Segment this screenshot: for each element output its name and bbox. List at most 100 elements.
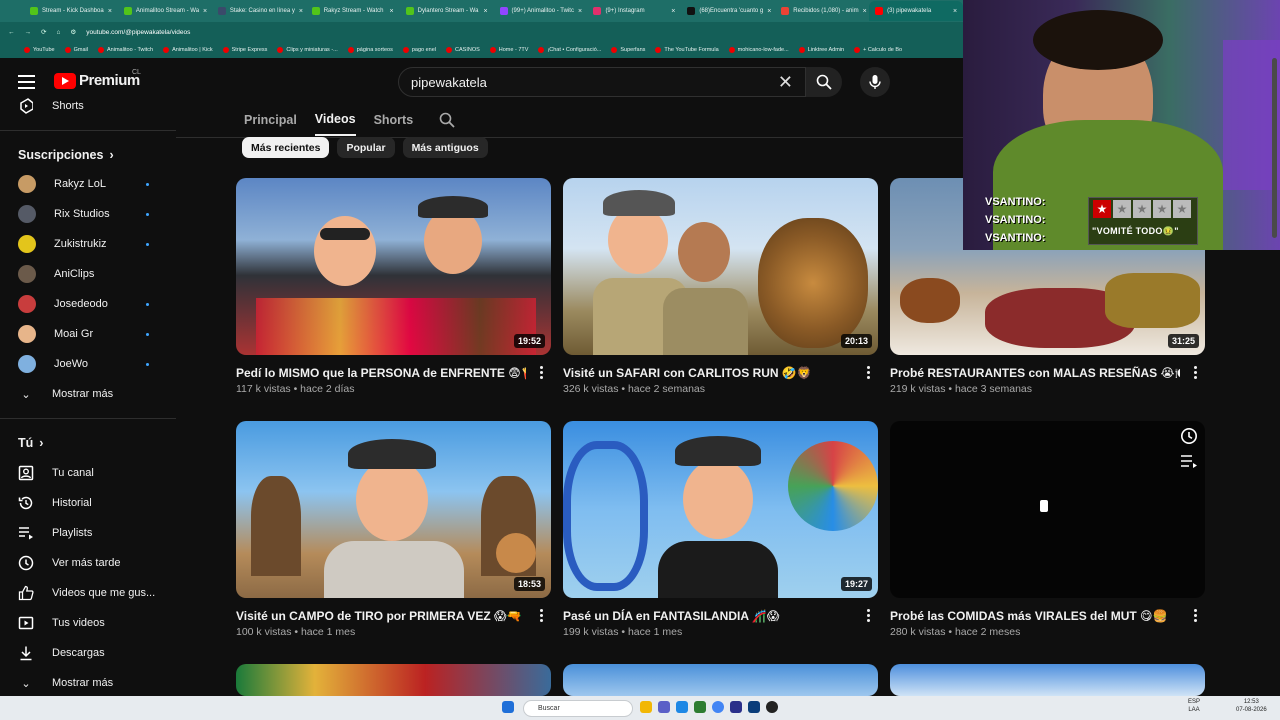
- video-title[interactable]: Probé RESTAURANTES con MALAS RESEÑAS 😭🍽️: [890, 365, 1180, 381]
- reload-icon[interactable]: ⟳: [41, 28, 46, 36]
- browser-tab[interactable]: Rakyz Stream - Watch ×: [306, 1, 400, 21]
- sidebar-item-account-box[interactable]: Tu canal: [18, 463, 94, 483]
- sidebar-item-download[interactable]: Descargas: [18, 643, 105, 663]
- more-options-icon[interactable]: [867, 609, 871, 624]
- store-icon[interactable]: [676, 701, 688, 713]
- video-thumbnail[interactable]: 18:53: [236, 421, 551, 598]
- forward-icon[interactable]: →: [25, 29, 32, 36]
- add-to-queue-icon[interactable]: [1180, 453, 1198, 469]
- photoshop-icon[interactable]: [748, 701, 760, 713]
- url-field[interactable]: youtube.com/@pipewakatela/videos: [86, 29, 190, 36]
- site-info-icon[interactable]: ⚙: [70, 28, 76, 36]
- subscription-item[interactable]: AniClips: [18, 264, 94, 284]
- close-tab-icon[interactable]: ×: [671, 8, 675, 15]
- browser-tab[interactable]: Dylantero Stream - Wa ×: [400, 1, 494, 21]
- more-options-icon[interactable]: [540, 609, 544, 624]
- obs-icon[interactable]: [766, 701, 778, 713]
- more-options-icon[interactable]: [867, 366, 871, 381]
- bookmark-item[interactable]: CASINOS: [446, 47, 480, 53]
- tab-principal[interactable]: Principal: [244, 113, 297, 135]
- more-options-icon[interactable]: [1194, 366, 1198, 381]
- language-indicator[interactable]: ESP LAA: [1188, 698, 1200, 714]
- app-icon[interactable]: [694, 701, 706, 713]
- bookmark-item[interactable]: Clips y miniaturas -...: [277, 47, 338, 53]
- teams-icon[interactable]: [658, 701, 670, 713]
- page-scrollbar[interactable]: [1272, 58, 1277, 238]
- video-thumbnail[interactable]: 19:27: [563, 421, 878, 598]
- bookmark-item[interactable]: + Calculo de Bo: [854, 47, 902, 53]
- close-tab-icon[interactable]: ×: [578, 8, 582, 15]
- subscription-item[interactable]: JoeWo: [18, 354, 88, 374]
- video-thumbnail[interactable]: [563, 664, 878, 696]
- subscriptions-heading[interactable]: Suscripciones ›: [18, 148, 114, 162]
- video-title[interactable]: Visité un SAFARI con CARLITOS RUN 🤣🦁: [563, 365, 853, 381]
- premiere-icon[interactable]: [730, 701, 742, 713]
- sidebar-item-like[interactable]: Videos que me gus...: [18, 583, 155, 603]
- search-box[interactable]: pipewakatela ✕: [398, 67, 806, 97]
- video-title[interactable]: Pedí lo MISMO que la PERSONA de ENFRENTE…: [236, 365, 526, 381]
- video-thumbnail[interactable]: [236, 664, 551, 696]
- subscription-item[interactable]: Rix Studios: [18, 204, 110, 224]
- chip-popular[interactable]: Popular: [337, 137, 395, 158]
- bookmark-item[interactable]: Animalitoo | Kick: [163, 47, 213, 53]
- chip-most-recent[interactable]: Más recientes: [242, 137, 330, 158]
- video-thumbnail[interactable]: 19:52: [236, 178, 551, 355]
- bookmark-item[interactable]: Stripe Express: [222, 47, 267, 53]
- video-thumbnail[interactable]: [890, 664, 1205, 696]
- close-tab-icon[interactable]: ×: [953, 8, 957, 15]
- channel-search-icon[interactable]: [439, 112, 455, 128]
- bookmark-item[interactable]: ¡Chat • Configuració...: [538, 47, 601, 53]
- sidebar-item-watch-later[interactable]: Ver más tarde: [18, 553, 120, 573]
- sidebar-item-your-videos[interactable]: Tus videos: [18, 613, 105, 633]
- more-options-icon[interactable]: [540, 366, 544, 381]
- bookmark-item[interactable]: Home - 7TV: [489, 47, 528, 53]
- menu-icon[interactable]: [18, 73, 35, 89]
- close-tab-icon[interactable]: ×: [767, 8, 771, 15]
- bookmark-item[interactable]: página sorteos: [347, 47, 393, 53]
- back-icon[interactable]: ←: [8, 29, 15, 36]
- tab-shorts[interactable]: Shorts: [374, 113, 414, 135]
- close-tab-icon[interactable]: ×: [299, 8, 303, 15]
- browser-tab[interactable]: (9+) Instagram ×: [587, 1, 681, 21]
- bookmark-item[interactable]: Gmail: [64, 47, 88, 53]
- bookmark-item[interactable]: Superfans: [611, 47, 645, 53]
- bookmark-item[interactable]: YouTube: [24, 47, 55, 53]
- subscription-item[interactable]: Zukistrukiz: [18, 234, 107, 254]
- clock[interactable]: 12:53 07-08-2026: [1236, 698, 1267, 714]
- voice-search-button[interactable]: [860, 67, 890, 97]
- subscription-item[interactable]: Josedeodo: [18, 294, 108, 314]
- more-options-icon[interactable]: [1194, 609, 1198, 624]
- taskbar-search[interactable]: Buscar: [523, 700, 633, 717]
- tab-videos[interactable]: Videos: [314, 112, 356, 136]
- video-title[interactable]: Visité un CAMPO de TIRO por PRIMERA VEZ …: [236, 608, 526, 624]
- sidebar-item-playlists[interactable]: Playlists: [18, 523, 92, 543]
- windows-start-icon[interactable]: [502, 701, 514, 713]
- browser-tab[interactable]: Recibidos (1,080) - anim ×: [775, 1, 869, 21]
- subscription-item[interactable]: Moai Gr: [18, 324, 93, 344]
- youtube-premium-logo[interactable]: Premium CL: [54, 69, 141, 89]
- you-heading[interactable]: Tú ›: [18, 436, 43, 450]
- clear-search-icon[interactable]: ✕: [778, 72, 793, 93]
- bookmark-item[interactable]: Linktree Admin: [798, 47, 844, 53]
- home-icon[interactable]: ⌂: [56, 29, 60, 36]
- browser-tab[interactable]: Stake: Casino en línea y ×: [212, 1, 306, 21]
- search-input[interactable]: pipewakatela: [411, 75, 778, 90]
- chrome-icon[interactable]: [712, 701, 724, 713]
- browser-tab[interactable]: Stream - Kick Dashboa ×: [24, 1, 118, 21]
- file-explorer-icon[interactable]: [640, 701, 652, 713]
- bookmark-item[interactable]: mohicano-low-fade...: [728, 47, 789, 53]
- bookmark-item[interactable]: pago enel: [402, 47, 436, 53]
- chip-oldest[interactable]: Más antiguos: [402, 137, 488, 158]
- search-button[interactable]: [806, 67, 842, 97]
- browser-tab[interactable]: Animalitoo Stream - Wa ×: [118, 1, 212, 21]
- bookmark-item[interactable]: Animalitoo - Twitch: [98, 47, 153, 53]
- close-tab-icon[interactable]: ×: [390, 8, 394, 15]
- sidebar-item-history[interactable]: Historial: [18, 493, 92, 513]
- show-more-subscriptions[interactable]: ⌄ Mostrar más: [18, 384, 113, 404]
- browser-tab[interactable]: (3) pipewakatela ×: [869, 1, 963, 21]
- sidebar-item-shorts[interactable]: Shorts: [18, 96, 84, 116]
- subscription-item[interactable]: Rakyz LoL: [18, 174, 106, 194]
- browser-tab[interactable]: (99+) Animalitoo - Twitc ×: [494, 1, 588, 21]
- video-title[interactable]: Probé las COMIDAS más VIRALES del MUT 😋🍔: [890, 608, 1180, 624]
- close-tab-icon[interactable]: ×: [108, 8, 112, 15]
